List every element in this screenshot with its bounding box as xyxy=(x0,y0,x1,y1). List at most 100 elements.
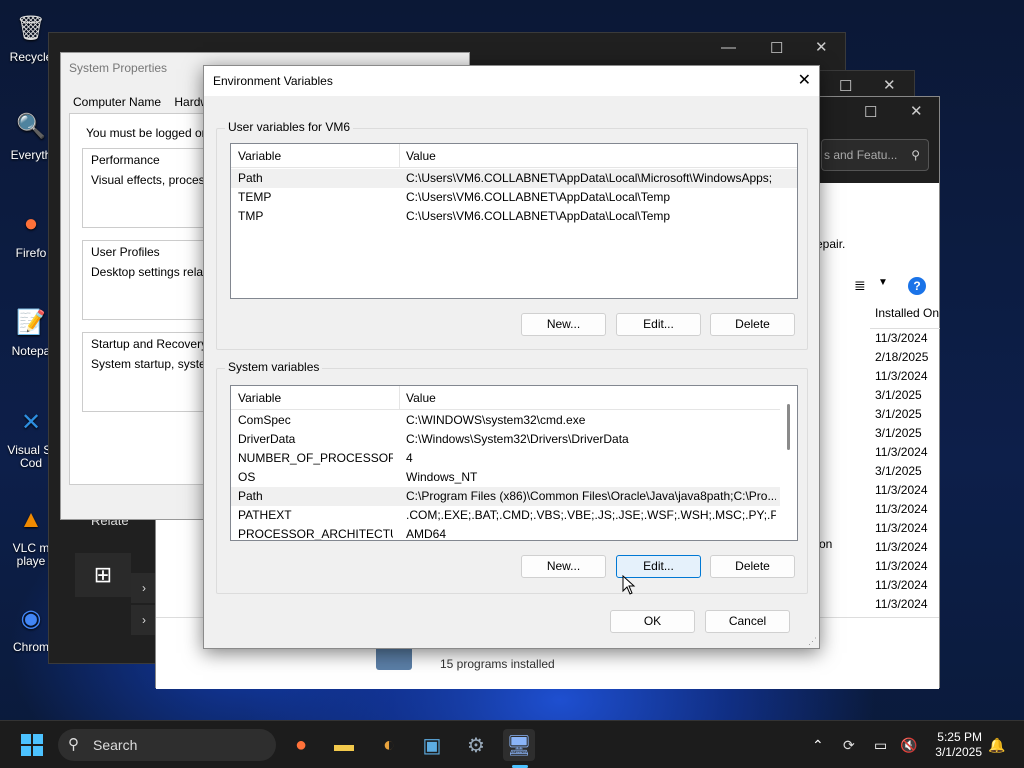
table-row[interactable]: Path C:\Program Files (x86)\Common Files\… xyxy=(231,487,797,506)
system-properties-tabs: Computer Name Hardwa xyxy=(73,95,216,109)
installed-on-header[interactable]: Installed On xyxy=(870,301,940,329)
table-row[interactable]: PATHEXT .COM;.EXE;.BAT;.CMD;.VBS;.VBE;.JS… xyxy=(231,506,797,525)
repair-text: epair. xyxy=(816,237,846,251)
variable-value: AMD64 xyxy=(406,527,447,541)
maximize-icon[interactable]: ☐ xyxy=(864,103,877,121)
table-row[interactable]: TMP C:\Users\VM6.COLLABNET\AppData\Local\… xyxy=(231,207,797,226)
column-separator xyxy=(399,386,400,410)
variable-name: DriverData xyxy=(238,432,296,446)
table-row[interactable]: TEMP C:\Users\VM6.COLLABNET\AppData\Local… xyxy=(231,188,797,207)
programs-search-input[interactable]: s and Featu... ⚲ xyxy=(821,139,929,171)
variable-value: Windows_NT xyxy=(406,470,478,484)
cancel-button[interactable]: Cancel xyxy=(705,610,790,633)
chrome-icon: ◉ xyxy=(20,604,42,632)
system-variables-list[interactable]: Variable Value ComSpec C:\WINDOWS\system3… xyxy=(230,385,798,541)
close-icon[interactable]: ✕ xyxy=(815,38,828,56)
installed-on-cell: 11/3/2024 xyxy=(875,445,928,459)
user-edit-button[interactable]: Edit... xyxy=(616,313,701,336)
system-variables-group: System variables Variable Value ComSpec C… xyxy=(216,360,808,594)
ok-button[interactable]: OK xyxy=(610,610,695,633)
maximize-icon[interactable]: ☐ xyxy=(839,77,852,95)
logged-on-note: You must be logged on a xyxy=(86,126,219,140)
sync-icon[interactable]: ⟳ xyxy=(843,721,855,768)
close-icon[interactable]: ✕ xyxy=(883,76,896,94)
window-title: System Properties xyxy=(69,61,168,75)
taskbar-search-box[interactable]: ⚲ Search xyxy=(58,729,276,761)
variable-value: C:\Program Files (x86)\Common Files\Orac… xyxy=(406,489,776,503)
taskbar-settings-icon[interactable]: ⚙ xyxy=(460,729,492,761)
installed-on-cell: 11/3/2024 xyxy=(875,331,928,345)
variable-name: PROCESSOR_ARCHITECTURE xyxy=(238,527,393,541)
variable-value: .COM;.EXE;.BAT;.CMD;.VBS;.VBE;.JS;.JSE;.… xyxy=(406,508,776,522)
taskbar-file-explorer-icon[interactable]: ▬ xyxy=(328,729,360,761)
column-header-variable[interactable]: Variable xyxy=(238,391,281,405)
installed-on-column: Installed On 11/3/2024 2/18/2025 11/3/2024… xyxy=(870,301,940,614)
search-placeholder: s and Featu... xyxy=(824,148,898,162)
taskbar-system-properties-icon[interactable]: 🖥 xyxy=(503,729,535,761)
search-tool-icon: 🔍 xyxy=(16,112,46,140)
volume-muted-icon[interactable]: 🔇 xyxy=(900,721,917,768)
installed-on-cell: 2/18/2025 xyxy=(875,350,929,364)
tray-overflow-icon[interactable]: ⌃ xyxy=(812,721,824,768)
search-icon: ⚲ xyxy=(911,148,920,162)
variable-value: 4 xyxy=(406,451,413,465)
notepad-icon: 📝 xyxy=(16,308,46,336)
scrollbar-thumb[interactable] xyxy=(787,404,790,450)
table-row[interactable]: PROCESSOR_ARCHITECTURE AMD64 xyxy=(231,525,797,541)
mouse-cursor-icon xyxy=(622,575,636,595)
installed-on-cell: 11/3/2024 xyxy=(875,369,928,383)
table-row[interactable]: Path C:\Users\VM6.COLLABNET\AppData\Local… xyxy=(231,169,797,188)
notification-bell-icon[interactable]: 🔔 xyxy=(988,721,1005,768)
system-delete-button[interactable]: Delete xyxy=(710,555,795,578)
taskbar: ⚲ Search ● ▬ ◐ ▣ ⚙ 🖥 ⌃ ⟳ ▭ 🔇 5:25 PM 3/1… xyxy=(0,720,1024,768)
variable-name: NUMBER_OF_PROCESSORS xyxy=(238,451,393,465)
taskbar-firefox-icon[interactable]: ● xyxy=(285,729,317,761)
user-new-button[interactable]: New... xyxy=(521,313,606,336)
taskbar-control-panel-icon[interactable]: ▣ xyxy=(416,729,448,761)
column-header-variable[interactable]: Variable xyxy=(238,149,281,163)
program-name-fragment: on xyxy=(819,537,833,551)
network-icon[interactable]: ▭ xyxy=(874,721,887,768)
resize-grip-icon[interactable]: ⋰ xyxy=(808,636,817,647)
user-delete-button[interactable]: Delete xyxy=(710,313,795,336)
system-new-button[interactable]: New... xyxy=(521,555,606,578)
variable-value: C:\WINDOWS\system32\cmd.exe xyxy=(406,413,586,427)
start-button[interactable] xyxy=(16,729,48,761)
user-variables-label: User variables for VM6 xyxy=(225,120,354,134)
dialog-titlebar: Environment Variables ✕ xyxy=(204,66,819,96)
table-row[interactable]: OS Windows_NT xyxy=(231,468,797,487)
column-header-value[interactable]: Value xyxy=(406,391,436,405)
chevron-down-icon[interactable]: ▼ xyxy=(878,277,888,288)
table-row[interactable]: ComSpec C:\WINDOWS\system32\cmd.exe xyxy=(231,411,797,430)
variable-name: ComSpec xyxy=(238,413,291,427)
installed-on-cell: 3/1/2025 xyxy=(875,464,922,478)
help-icon[interactable]: ? xyxy=(908,277,926,295)
installed-on-cell: 3/1/2025 xyxy=(875,388,922,402)
user-variables-list[interactable]: Variable Value Path C:\Users\VM6.COLLABNE… xyxy=(230,143,798,299)
maximize-icon[interactable]: ☐ xyxy=(770,39,783,57)
list-header: Variable Value xyxy=(231,386,797,410)
programs-count: 15 programs installed xyxy=(440,657,555,671)
column-separator xyxy=(399,144,400,168)
column-header-value[interactable]: Value xyxy=(406,149,436,163)
tab-computer-name[interactable]: Computer Name xyxy=(73,95,161,109)
installed-on-cell: 3/1/2025 xyxy=(875,407,922,421)
chevron-right-icon[interactable]: › xyxy=(131,605,157,635)
chevron-right-icon[interactable]: › xyxy=(131,573,157,603)
installed-on-cell: 11/3/2024 xyxy=(875,540,928,554)
table-row[interactable]: NUMBER_OF_PROCESSORS 4 xyxy=(231,449,797,468)
vertical-scrollbar[interactable] xyxy=(780,386,797,540)
view-options-icon[interactable]: ≣ xyxy=(854,277,866,294)
variable-value: C:\Users\VM6.COLLABNET\AppData\Local\Tem… xyxy=(406,209,671,223)
environment-variables-dialog: Environment Variables ✕ User variables f… xyxy=(203,65,820,649)
close-icon[interactable]: ✕ xyxy=(798,70,811,90)
variable-value: C:\Users\VM6.COLLABNET\AppData\Local\Mic… xyxy=(406,171,773,185)
close-icon[interactable]: ✕ xyxy=(910,102,923,120)
table-row[interactable]: DriverData C:\Windows\System32\Drivers\Dr… xyxy=(231,430,797,449)
search-icon: ⚲ xyxy=(68,736,79,753)
taskbar-clock[interactable]: 5:25 PM 3/1/2025 xyxy=(926,730,982,760)
minimize-icon[interactable]: — xyxy=(721,39,736,56)
variable-name: PATHEXT xyxy=(238,508,292,522)
search-label: Search xyxy=(93,737,138,753)
taskbar-eclipse-icon[interactable]: ◐ xyxy=(373,729,405,761)
